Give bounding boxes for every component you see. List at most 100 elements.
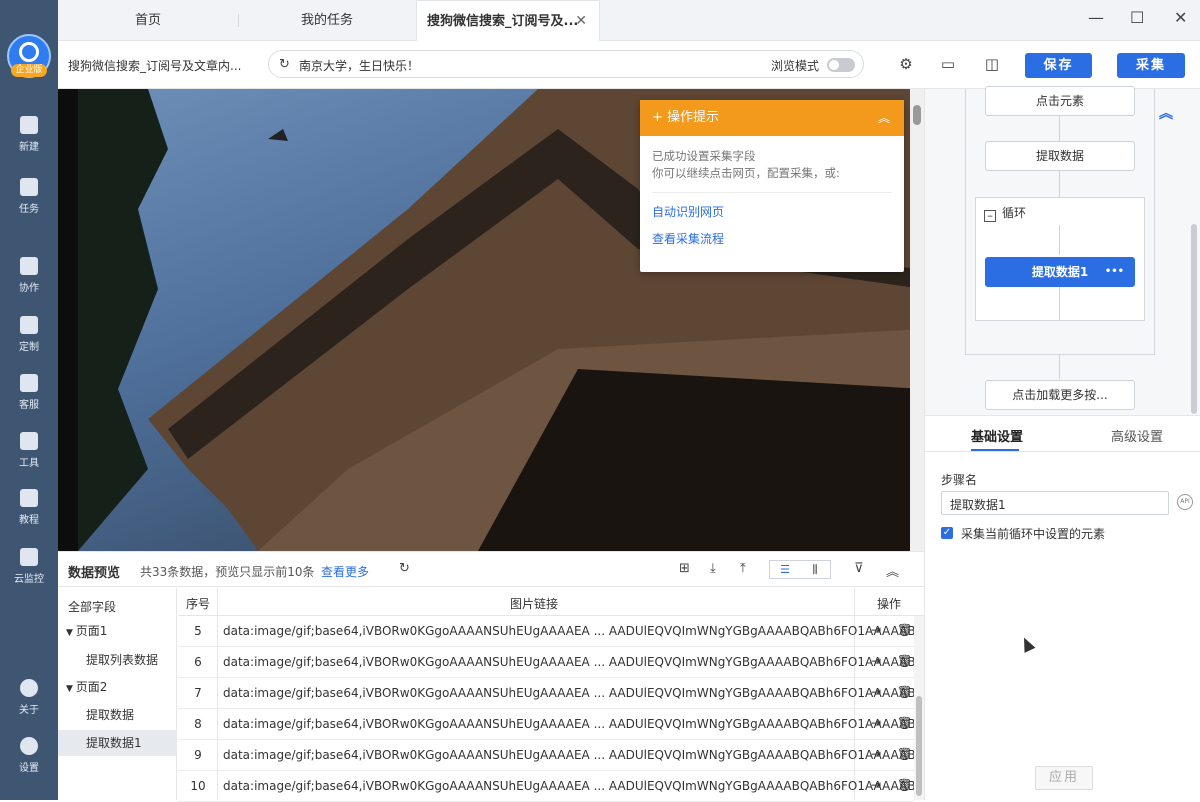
url-bar[interactable]: ↻ 南京大学，生日快乐！ 浏览模式 [268, 50, 864, 78]
table-row[interactable]: 6 data:image/gif;base64,iVBORw0KGgoAAAANS… [178, 647, 927, 678]
col-header-no[interactable]: 序号 [186, 595, 210, 612]
web-viewport[interactable]: + 操作提示 ︽ 已成功设置采集字段 你可以继续点击网页，配置采集，或: 自动识… [58, 89, 924, 551]
collapse-up-icon[interactable]: ︽ [1159, 103, 1173, 123]
refresh-icon[interactable]: ↻ [399, 561, 410, 576]
row-link[interactable]: data:image/gif;base64,iVBORw0KGgoAAAANSU… [223, 624, 927, 638]
view-flow-link[interactable]: 查看采集流程 [652, 230, 904, 247]
row-link[interactable]: data:image/gif;base64,iVBORw0KGgoAAAANSU… [223, 779, 927, 793]
browse-mode-toggle[interactable] [827, 58, 855, 72]
table-row[interactable]: 9 data:image/gif;base64,iVBORw0KGgoAAAANS… [178, 740, 927, 771]
column-view-icon[interactable]: ⫼ [800, 561, 830, 578]
tree-item-extract-list[interactable]: 提取列表数据 [58, 647, 177, 673]
list-view-icon[interactable]: ☰ [770, 561, 800, 578]
add-field-icon[interactable]: ⊞ [679, 561, 690, 576]
sidebar-item-collab[interactable]: 协作 [0, 257, 58, 307]
sidebar-item-cloud-monitor[interactable]: 云监控 [0, 548, 58, 598]
sidebar-item-custom[interactable]: 定制 [0, 316, 58, 366]
minimize-button[interactable]: — [1088, 8, 1104, 27]
scrollbar-thumb[interactable] [916, 696, 922, 796]
sidebar-item-tasks[interactable]: 任务 [0, 178, 58, 228]
sidebar-item-label: 定制 [19, 342, 39, 353]
caret-down-icon[interactable]: ▼ [66, 628, 76, 638]
viewport-scrollbar[interactable] [910, 89, 924, 551]
apply-button[interactable]: 应用 [1035, 766, 1093, 790]
locate-icon[interactable]: ⇥ [871, 685, 881, 699]
tab-current-task[interactable]: 搜狗微信搜索_订阅号及... ✕ [416, 0, 600, 41]
row-link[interactable]: data:image/gif;base64,iVBORw0KGgoAAAANSU… [223, 655, 927, 669]
refresh-icon[interactable]: ↻ [279, 57, 290, 72]
layout-side-icon[interactable]: ◫ [984, 56, 1000, 72]
tab-basic-settings[interactable]: 基础设置 [971, 426, 1023, 445]
locate-icon[interactable]: ⇥ [871, 654, 881, 668]
sidebar-item-about[interactable]: 关于 [0, 679, 58, 729]
step-load-more[interactable]: 点击加载更多按... [985, 380, 1135, 410]
scrollbar-thumb[interactable] [913, 105, 921, 125]
table-row[interactable]: 8 data:image/gif;base64,iVBORw0KGgoAAAANS… [178, 709, 927, 740]
filter-icon[interactable]: ⊽ [854, 561, 864, 576]
grid-scrollbar[interactable] [914, 616, 924, 800]
trash-icon[interactable]: 🗑 [897, 716, 912, 730]
collect-in-loop-checkbox[interactable]: ✓ [941, 527, 953, 539]
more-options-icon[interactable]: ••• [1105, 258, 1124, 286]
gear-icon[interactable]: ⚙ [898, 56, 914, 72]
trash-icon[interactable]: 🗑 [897, 654, 912, 668]
locate-icon[interactable]: ⇥ [871, 716, 881, 730]
app-logo[interactable]: 企业版 [7, 34, 51, 78]
collapse-icon[interactable]: ︽ [878, 100, 890, 136]
layout-bottom-icon[interactable]: ▭ [940, 56, 956, 72]
row-link[interactable]: data:image/gif;base64,iVBORw0KGgoAAAANSU… [223, 686, 927, 700]
auto-detect-link[interactable]: 自动识别网页 [652, 203, 904, 220]
api-icon[interactable]: API [1177, 494, 1193, 510]
table-row[interactable]: 10 data:image/gif;base64,iVBORw0KGgoAAAAN… [178, 771, 927, 802]
tab-my-tasks[interactable]: 我的任务 [238, 0, 416, 41]
view-more-link[interactable]: 查看更多 [321, 563, 369, 580]
maximize-button[interactable]: ☐ [1130, 8, 1144, 27]
loop-header[interactable]: – 循环 [984, 204, 1026, 222]
url-text[interactable]: 南京大学，生日快乐！ [299, 57, 419, 74]
trash-icon[interactable]: 🗑 [897, 623, 912, 637]
sidebar-item-support[interactable]: 客服 [0, 374, 58, 424]
browse-mode-label: 浏览模式 [771, 59, 820, 73]
trash-icon[interactable]: 🗑 [897, 685, 912, 699]
trash-icon[interactable]: 🗑 [897, 747, 912, 761]
settings-tabs: 基础设置 高级设置 [925, 416, 1200, 452]
tab-home[interactable]: 首页 [58, 0, 238, 41]
row-link[interactable]: data:image/gif;base64,iVBORw0KGgoAAAANSU… [223, 748, 927, 762]
step-extract-data[interactable]: 提取数据 [985, 141, 1135, 171]
hint-header[interactable]: + 操作提示 ︽ [640, 100, 904, 136]
sidebar-item-settings[interactable]: 设置 [0, 737, 58, 787]
download-icon[interactable]: ⤓ [710, 561, 716, 576]
tree-item-extract[interactable]: 提取数据 [58, 702, 177, 728]
tree-item-page1[interactable]: ▼ 页面1 [58, 618, 177, 644]
sidebar-item-new[interactable]: 新建 [0, 116, 58, 166]
trash-icon[interactable]: 🗑 [897, 778, 912, 792]
collect-button[interactable]: 采集 [1117, 53, 1185, 78]
scrollbar-thumb[interactable] [1191, 224, 1197, 414]
tree-item-extract1[interactable]: 提取数据1 [58, 730, 177, 756]
collapse-icon[interactable]: ︽ [886, 561, 899, 580]
sidebar-item-tutorial[interactable]: 教程 [0, 489, 58, 539]
save-button[interactable]: 保存 [1025, 53, 1092, 78]
active-tab-indicator [971, 449, 1019, 451]
tab-advanced-settings[interactable]: 高级设置 [1111, 426, 1163, 445]
locate-icon[interactable]: ⇥ [871, 623, 881, 637]
table-row[interactable]: 5 data:image/gif;base64,iVBORw0KGgoAAAANS… [178, 616, 927, 647]
tree-item-page2[interactable]: ▼ 页面2 [58, 674, 177, 700]
step-click-element[interactable]: 点击元素 [985, 86, 1135, 116]
step-extract-data1[interactable]: 提取数据1 ••• [985, 257, 1135, 287]
step-name-input[interactable]: 提取数据1 [941, 491, 1169, 515]
col-header-link[interactable]: 图片链接 [510, 595, 558, 612]
row-link[interactable]: data:image/gif;base64,iVBORw0KGgoAAAANSU… [223, 717, 927, 731]
upload-icon[interactable]: ⤒ [740, 561, 746, 576]
tree-all-fields[interactable]: 全部字段 [58, 594, 177, 620]
caret-down-icon[interactable]: ▼ [66, 684, 76, 694]
hint-title: 操作提示 [667, 110, 720, 125]
workflow-scrollbar[interactable] [1189, 89, 1199, 416]
close-window-button[interactable]: ✕ [1174, 8, 1187, 27]
locate-icon[interactable]: ⇥ [871, 747, 881, 761]
table-row[interactable]: 7 data:image/gif;base64,iVBORw0KGgoAAAANS… [178, 678, 927, 709]
sidebar-item-tools[interactable]: 工具 [0, 432, 58, 482]
close-icon[interactable]: ✕ [575, 1, 587, 42]
collapse-loop-icon[interactable]: – [984, 210, 996, 222]
locate-icon[interactable]: ⇥ [871, 778, 881, 792]
